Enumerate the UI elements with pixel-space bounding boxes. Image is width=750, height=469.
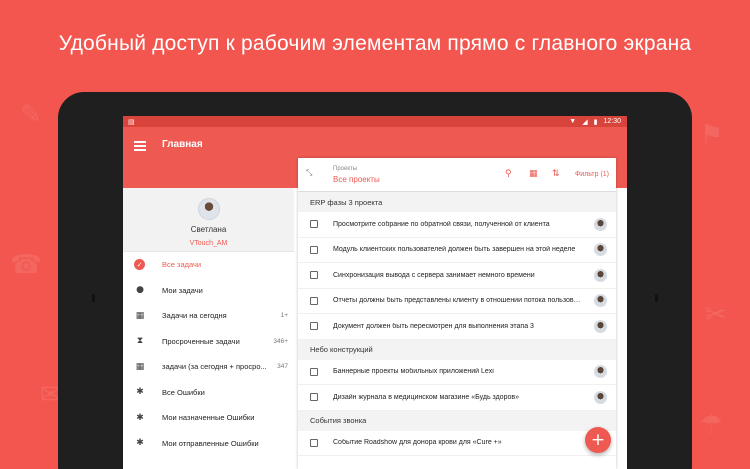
status-bar: ▤ ▼ ◢ ▮ 12:30 bbox=[123, 116, 627, 127]
page-title: Главная bbox=[162, 139, 203, 150]
task-row[interactable]: Просмотрите собрание по обратной связи, … bbox=[298, 212, 616, 238]
project-label: Проекты bbox=[333, 166, 358, 172]
profile-name: Светлана bbox=[190, 225, 227, 234]
group-header: События звонка bbox=[298, 410, 616, 431]
wifi-icon: ▼ bbox=[569, 118, 577, 125]
task-title: Просмотрите собрание по обратной связи, … bbox=[333, 220, 550, 228]
task-row[interactable]: Дизайн журнала в медицинском магазине «Б… bbox=[298, 385, 616, 411]
sidebar-item-label: Мои задачи bbox=[162, 285, 203, 295]
task-row[interactable]: Отчеты должны быть представлены клиенту … bbox=[298, 289, 616, 314]
search-icon[interactable]: ⚲ bbox=[505, 169, 512, 179]
task-row[interactable]: Документ должен быть пересмотрен для вып… bbox=[298, 314, 616, 340]
sidebar-item-count: 347 bbox=[277, 363, 288, 371]
task-checkbox[interactable] bbox=[310, 245, 318, 254]
sidebar-item-label: Просроченные задачи bbox=[162, 336, 240, 346]
bug-icon: ✱ bbox=[136, 438, 144, 449]
avatar bbox=[594, 217, 607, 231]
task-row[interactable]: Модуль клиентских пользователей должен б… bbox=[298, 238, 616, 263]
avatar bbox=[594, 365, 607, 379]
sidebar: Светлана VTouch_AM ✓ Все задачи ● Мои за… bbox=[123, 188, 294, 469]
task-checkbox[interactable] bbox=[310, 271, 318, 280]
bug-icon: ✱ bbox=[136, 412, 144, 423]
avatar bbox=[594, 390, 607, 404]
avatar bbox=[594, 243, 607, 257]
add-task-button[interactable]: + bbox=[585, 427, 611, 453]
panel-header: ⤡ Проекты Все проекты ⚲ ▦ ⇅ Фильтр (1) bbox=[298, 158, 616, 192]
sidebar-item-sent-bugs[interactable]: ✱ Мои отправленные Ошибки bbox=[123, 431, 294, 457]
task-row[interactable]: Синхронизация вывода с сервера занимает … bbox=[298, 263, 616, 289]
sidebar-item-all-tasks[interactable]: ✓ Все задачи bbox=[123, 252, 294, 278]
task-checkbox[interactable] bbox=[310, 393, 318, 402]
sidebar-item-all-bugs[interactable]: ✱ Все Ошибки bbox=[123, 380, 294, 406]
sidebar-item-my-tasks[interactable]: ● Мои задачи bbox=[123, 278, 294, 304]
sidebar-item-count: 346+ bbox=[273, 337, 288, 345]
task-title: Модуль клиентских пользователей должен б… bbox=[333, 246, 576, 254]
task-checkbox[interactable] bbox=[310, 220, 318, 229]
person-icon: ● bbox=[136, 285, 144, 296]
tablet-side-button bbox=[655, 294, 658, 302]
sort-icon[interactable]: ⇅ bbox=[552, 169, 560, 179]
task-title: Отчеты должны быть представлены клиенту … bbox=[333, 297, 581, 305]
background-decoration: ✂ bbox=[705, 300, 727, 330]
tablet-side-button bbox=[92, 294, 95, 302]
profile-header[interactable]: Светлана VTouch_AM bbox=[123, 188, 294, 252]
sidebar-item-assigned-bugs[interactable]: ✱ Мои назначенные Ошибки bbox=[123, 405, 294, 431]
project-selector[interactable]: Все проекты bbox=[333, 175, 380, 184]
background-decoration: ☎ bbox=[10, 250, 43, 280]
avatar bbox=[594, 319, 607, 333]
avatar bbox=[594, 294, 607, 308]
sidebar-item-label: Мои назначенные Ошибки bbox=[162, 413, 255, 423]
sidebar-item-today-tasks[interactable]: ▦ Задачи на сегодня 1+ bbox=[123, 303, 294, 329]
headline: Удобный доступ к рабочим элементам прямо… bbox=[58, 32, 692, 55]
task-title: Синхронизация вывода с сервера занимает … bbox=[333, 271, 535, 279]
task-checkbox[interactable] bbox=[310, 367, 318, 376]
status-time: 12:30 bbox=[603, 118, 621, 125]
task-row[interactable]: Событие Roadshow для донора крови для «C… bbox=[298, 431, 616, 456]
app-screen: ▤ ▼ ◢ ▮ 12:30 Главная Светлана VTouch_AM… bbox=[123, 116, 627, 469]
sidebar-item-label: Все задачи bbox=[162, 260, 202, 270]
collapse-icon[interactable]: ⤡ bbox=[306, 168, 312, 178]
background-decoration: ✎ bbox=[20, 100, 42, 130]
signal-icon: ◢ bbox=[582, 118, 588, 126]
sidebar-item-overdue-tasks[interactable]: ⧗ Просроченные задачи 346+ bbox=[123, 329, 294, 355]
task-title: Событие Roadshow для донора крови для «C… bbox=[333, 439, 502, 447]
hourglass-icon: ⧗ bbox=[136, 336, 144, 347]
avatar bbox=[594, 268, 607, 282]
task-checkbox[interactable] bbox=[310, 438, 318, 447]
filter-button[interactable]: Фильтр (1) bbox=[575, 171, 609, 178]
sidebar-item-count: 1+ bbox=[280, 312, 288, 320]
tasks-panel: ⤡ Проекты Все проекты ⚲ ▦ ⇅ Фильтр (1) E… bbox=[298, 158, 616, 469]
battery-icon: ▮ bbox=[593, 118, 598, 126]
task-title: Дизайн журнала в медицинском магазине «Б… bbox=[333, 393, 519, 401]
group-header: Небо конструкций bbox=[298, 339, 616, 360]
sidebar-item-label: Все Ошибки bbox=[162, 387, 205, 397]
task-title: Документ должен быть пересмотрен для вып… bbox=[333, 322, 534, 330]
background-decoration: ⚑ bbox=[700, 120, 724, 150]
calendar-icon: ▦ bbox=[135, 310, 145, 321]
bug-icon: ✱ bbox=[136, 387, 144, 398]
menu-icon[interactable] bbox=[134, 141, 146, 151]
sidebar-item-label: задачи (за сегодня + просро... bbox=[162, 362, 267, 372]
sidebar-item-today-overdue[interactable]: ▦ задачи (за сегодня + просро... 347 bbox=[123, 354, 294, 380]
background-decoration: ☂ bbox=[700, 410, 724, 440]
kanban-icon[interactable]: ▦ bbox=[529, 169, 538, 179]
notification-icon: ▤ bbox=[128, 118, 135, 126]
profile-subtitle: VTouch_AM bbox=[189, 240, 228, 247]
sidebar-item-label: Мои отправленные Ошибки bbox=[162, 438, 259, 448]
group-header: ERP фазы 3 проекта bbox=[298, 192, 616, 212]
task-checkbox[interactable] bbox=[310, 296, 318, 305]
avatar bbox=[198, 198, 220, 220]
calendar-check-icon: ▦ bbox=[135, 361, 145, 372]
task-checkbox[interactable] bbox=[310, 322, 318, 331]
task-row[interactable]: Баннерные проекты мобильных приложений L… bbox=[298, 360, 616, 385]
check-circle-icon: ✓ bbox=[134, 259, 145, 271]
task-title: Баннерные проекты мобильных приложений L… bbox=[333, 368, 494, 376]
sidebar-item-label: Задачи на сегодня bbox=[162, 311, 227, 321]
